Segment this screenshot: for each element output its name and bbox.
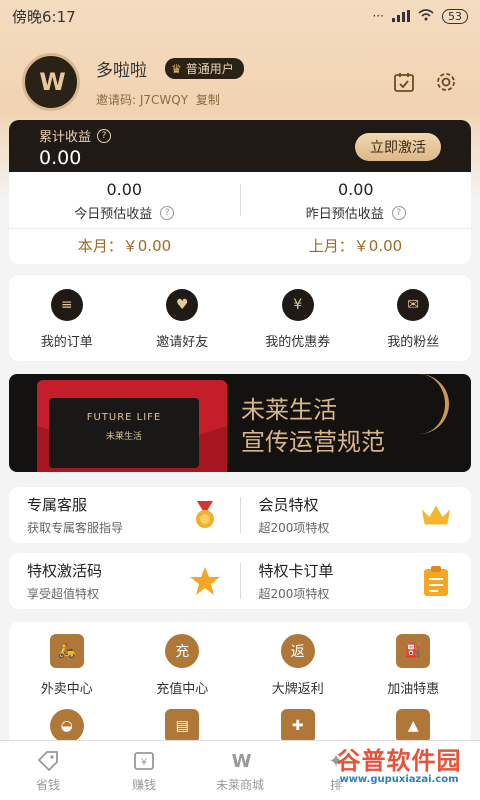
calendar-icon[interactable] xyxy=(392,70,416,94)
quick-item-coupons[interactable]: ¥ 我的优惠券 xyxy=(240,289,356,361)
total-earnings-card: 累计收益 ? 0.00 立即激活 xyxy=(9,120,471,172)
tag-icon xyxy=(35,748,61,774)
tab-mall[interactable]: W 未莱商城 xyxy=(192,741,288,800)
cake-icon: ◒ xyxy=(49,709,84,743)
bottom-nav: 省钱 ¥ 赚钱 W 未莱商城 ✦ 排 谷普软件园 www.gupuxiazai.… xyxy=(0,740,480,800)
quick-item-orders[interactable]: ≡ 我的订单 xyxy=(9,289,125,361)
today-estimate-value: 0.00 xyxy=(106,180,143,199)
coupon-icon: ¥ xyxy=(281,289,314,321)
user-name: 多啦啦 xyxy=(96,61,147,81)
grid-item-cake[interactable]: ◒ xyxy=(9,709,125,743)
service-row-1: 专属客服 获取专属客服指导 会员特权 超200项特权 xyxy=(9,487,471,543)
crown-icon: ♛ xyxy=(171,61,182,76)
logo-icon: W xyxy=(231,750,252,772)
yesterday-estimate-value: 0.00 xyxy=(337,180,374,199)
invite-icon: ♥ xyxy=(166,289,199,321)
help-icon[interactable]: ? xyxy=(97,128,112,143)
tab-save-money[interactable]: 省钱 xyxy=(0,741,96,800)
member-level-badge: ♛ 普通用户 xyxy=(165,58,244,79)
invite-code: 邀请码: J7CWQY 复制 xyxy=(96,93,220,107)
grid-item-education[interactable]: ▲ xyxy=(356,709,472,743)
status-bar: 傍晚6:17 ··· 53 xyxy=(0,0,480,32)
watermark: 谷普软件园 www.gupuxiazai.com xyxy=(336,747,462,785)
ribbon-decoration xyxy=(419,374,449,434)
rebate-icon: 返 xyxy=(280,634,315,668)
activation-code-item[interactable]: 特权激活码 享受超值特权 xyxy=(9,553,240,609)
order-icon: ≡ xyxy=(50,289,83,321)
quick-item-fans[interactable]: ✉ 我的粉丝 xyxy=(356,289,472,361)
gamepad-icon: ✚ xyxy=(280,709,315,743)
more-dots-icon: ··· xyxy=(372,9,384,23)
profile-header: W 多啦啦 ♛ 普通用户 邀请码: J7CWQY 复制 xyxy=(22,50,458,114)
help-icon[interactable]: ? xyxy=(391,205,406,220)
status-time: 傍晚6:17 xyxy=(12,7,76,26)
tab-earn-money[interactable]: ¥ 赚钱 xyxy=(96,741,192,800)
fans-icon: ✉ xyxy=(397,289,430,321)
wifi-icon xyxy=(418,8,434,24)
settings-gear-icon[interactable] xyxy=(434,70,458,94)
wallet-icon: ¥ xyxy=(131,748,157,774)
delivery-icon: 🛵 xyxy=(49,634,84,668)
svg-text:¥: ¥ xyxy=(141,758,147,768)
privilege-card-orders-item[interactable]: 特权卡订单 超200项特权 xyxy=(241,553,472,609)
activate-button[interactable]: 立即激活 xyxy=(355,133,441,161)
battery-indicator: 53 xyxy=(442,8,468,24)
copy-invite-button[interactable]: 复制 xyxy=(196,93,220,107)
graduation-cap-icon: ▲ xyxy=(396,709,431,743)
exclusive-support-item[interactable]: 专属客服 获取专属客服指导 xyxy=(9,487,240,543)
last-month-earnings[interactable]: 上月：￥0.00 xyxy=(240,235,471,256)
grid-item-fuel[interactable]: ⛽ 加油特惠 xyxy=(356,634,472,697)
star-icon xyxy=(188,564,222,598)
help-icon[interactable]: ? xyxy=(160,205,175,220)
grid-item-delivery[interactable]: 🛵 外卖中心 xyxy=(9,634,125,697)
grid-item-rebate[interactable]: 返 大牌返利 xyxy=(240,634,356,697)
fuel-icon: ⛽ xyxy=(396,634,431,668)
signal-icon xyxy=(392,10,410,22)
medal-icon xyxy=(188,498,222,532)
banner-title: 未莱生活 宣传运营规范 xyxy=(241,396,385,456)
estimated-earnings-panel: 0.00 今日预估收益? 0.00 昨日预估收益? 本月：￥0.00 上月：￥0… xyxy=(9,172,471,264)
recharge-icon: 充 xyxy=(165,634,200,668)
quick-actions: ≡ 我的订单 ♥ 邀请好友 ¥ 我的优惠券 ✉ 我的粉丝 xyxy=(9,275,471,361)
promo-banner[interactable]: FUTURE LIFE 未莱生活 未莱生活 宣传运营规范 xyxy=(9,374,471,472)
membership-card-graphic: FUTURE LIFE 未莱生活 xyxy=(49,398,199,468)
book-icon: ▤ xyxy=(165,709,200,743)
grid-item-book[interactable]: ▤ xyxy=(125,709,241,743)
crown-icon xyxy=(419,498,453,532)
grid-item-recharge[interactable]: 充 充值中心 xyxy=(125,634,241,697)
grid-item-game[interactable]: ✚ xyxy=(240,709,356,743)
service-row-2: 特权激活码 享受超值特权 特权卡订单 超200项特权 xyxy=(9,553,471,609)
member-privilege-item[interactable]: 会员特权 超200项特权 xyxy=(241,487,472,543)
this-month-earnings[interactable]: 本月：￥0.00 xyxy=(9,235,240,256)
quick-item-invite[interactable]: ♥ 邀请好友 xyxy=(125,289,241,361)
avatar[interactable]: W xyxy=(22,53,80,111)
clipboard-icon xyxy=(419,564,453,598)
